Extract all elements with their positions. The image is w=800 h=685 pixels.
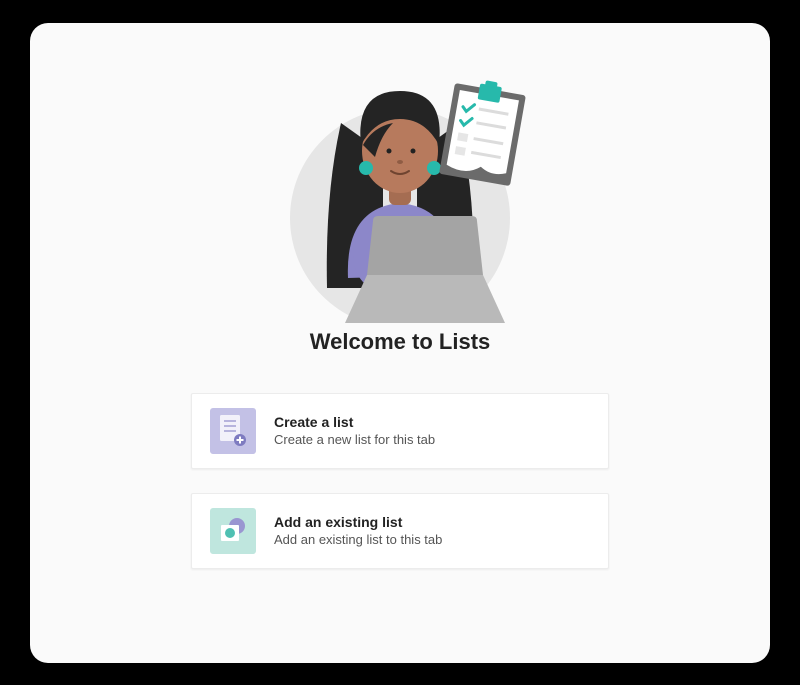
welcome-title: Welcome to Lists: [310, 329, 491, 355]
create-list-card[interactable]: Create a list Create a new list for this…: [191, 393, 609, 469]
create-list-icon: [210, 408, 256, 454]
hero-illustration: [245, 53, 555, 323]
create-list-text: Create a list Create a new list for this…: [274, 414, 435, 447]
welcome-dialog: Welcome to Lists Create a list Create a …: [30, 23, 770, 663]
add-existing-text: Add an existing list Add an existing lis…: [274, 514, 442, 547]
create-list-subtitle: Create a new list for this tab: [274, 432, 435, 447]
add-existing-card[interactable]: Add an existing list Add an existing lis…: [191, 493, 609, 569]
add-existing-subtitle: Add an existing list to this tab: [274, 532, 442, 547]
create-list-title: Create a list: [274, 414, 435, 430]
add-existing-title: Add an existing list: [274, 514, 442, 530]
add-existing-icon: [210, 508, 256, 554]
